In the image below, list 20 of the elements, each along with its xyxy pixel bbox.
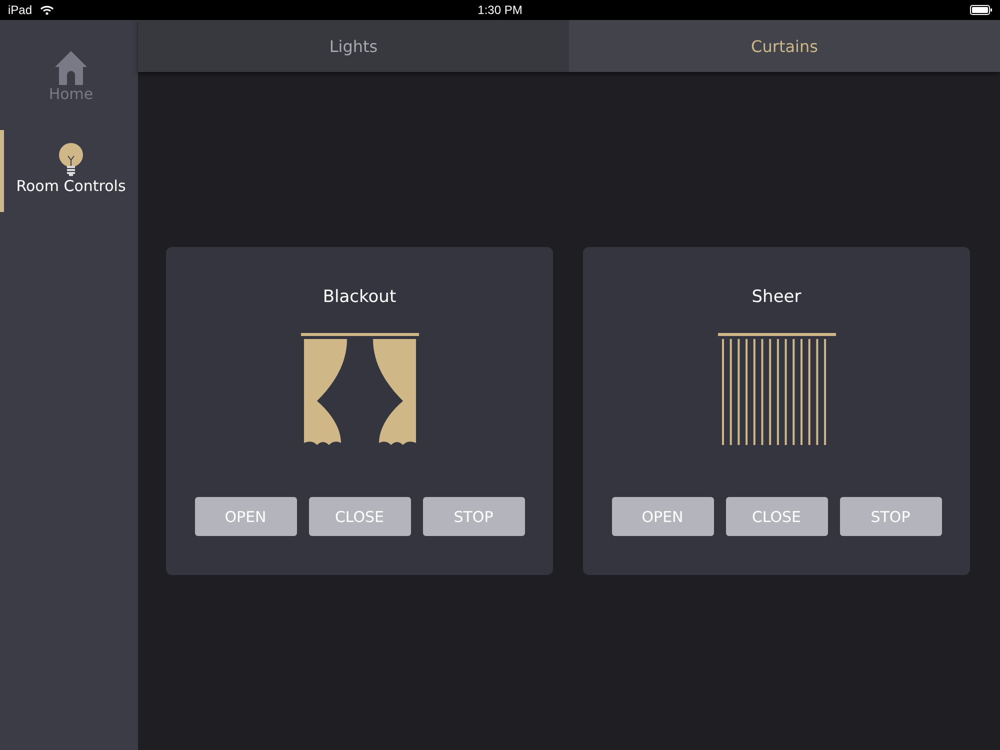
wifi-icon: [40, 5, 54, 15]
control-button[interactable]: STOP: [422, 497, 524, 536]
tab[interactable]: Curtains: [569, 20, 1000, 72]
card-title: Blackout: [322, 287, 396, 307]
card-title: Sheer: [752, 287, 802, 307]
battery-icon: [970, 5, 992, 15]
light-bulb-icon: [58, 143, 84, 177]
device-name: iPad: [8, 3, 32, 17]
control-button[interactable]: STOP: [840, 497, 942, 536]
control-button[interactable]: OPEN: [194, 497, 296, 536]
control-button[interactable]: OPEN: [612, 497, 714, 536]
control-button[interactable]: CLOSE: [726, 497, 828, 536]
control-button[interactable]: CLOSE: [308, 497, 410, 536]
sidebar-item[interactable]: Room Controls: [0, 130, 138, 212]
status-time: 1:30 PM: [478, 3, 522, 17]
curtain-icon: [300, 333, 418, 446]
tab[interactable]: Lights: [138, 20, 569, 72]
sheer-curtain-icon: [718, 333, 836, 446]
sidebar-item[interactable]: Home: [0, 38, 138, 120]
home-icon: [55, 51, 87, 85]
